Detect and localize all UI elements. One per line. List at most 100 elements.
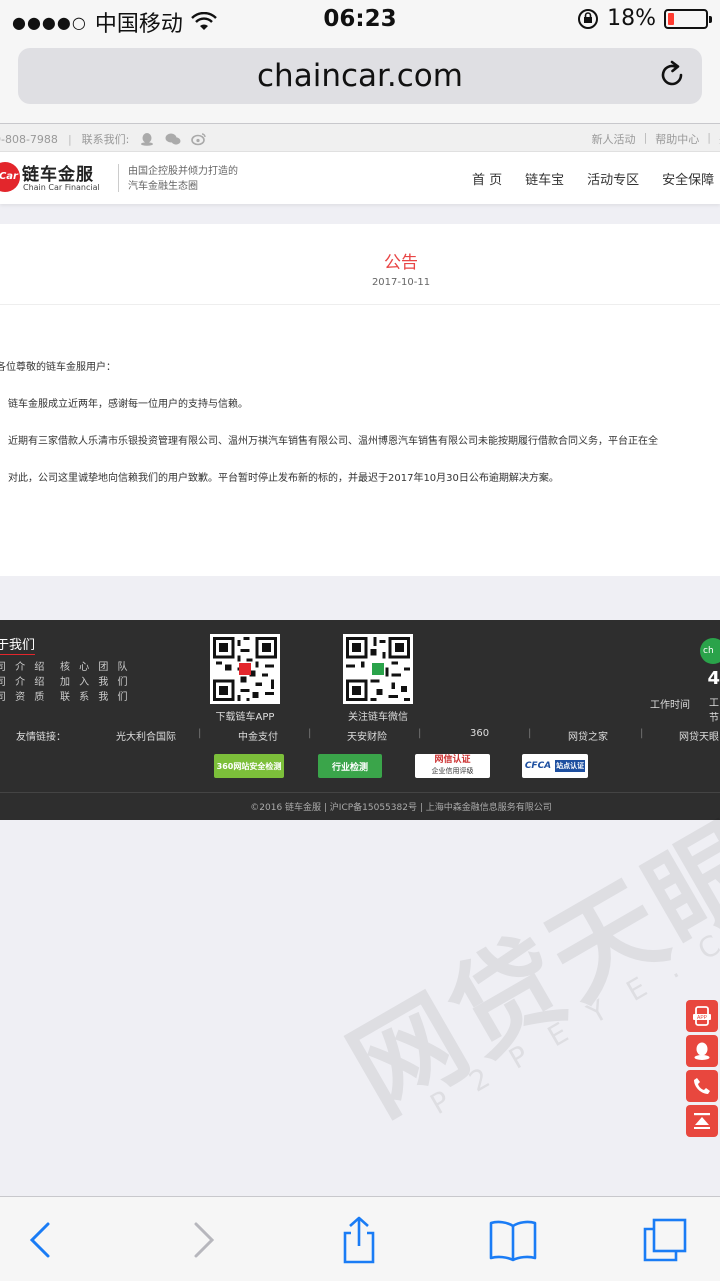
badge-industry-text: 行业检测 — [331, 762, 368, 773]
friend-link-p2peye[interactable]: 网贷天眼 — [679, 728, 719, 743]
work-time-side: 工 节 — [709, 696, 719, 726]
url-text: chaincar.com — [257, 58, 463, 94]
qr-code-wechat — [343, 634, 413, 704]
weibo-icon[interactable] — [191, 132, 207, 146]
qq-icon[interactable] — [139, 132, 155, 146]
top-links: 新人活动 | 帮助中心 | 关 — [592, 131, 720, 147]
battery-icon — [664, 8, 712, 29]
footer-link-qualification[interactable]: 司 资 质 — [0, 690, 47, 705]
service-logo: ch — [700, 638, 720, 664]
chevron-left-icon — [29, 1222, 50, 1258]
qr-app-icon — [213, 637, 277, 701]
forward-button[interactable] — [178, 1215, 228, 1265]
side-top-button[interactable] — [686, 1105, 718, 1137]
footer-link-intro-2[interactable]: 司 介 绍 — [0, 675, 47, 690]
tagline-line-1: 由国企控股并倾力打造的 — [128, 166, 238, 177]
top-link-help[interactable]: 帮助中心 — [655, 131, 699, 147]
chevron-right-icon — [194, 1222, 215, 1258]
copyright-divider — [0, 792, 720, 793]
notice-paragraph-3: 对此，公司这里诚挚地向信赖我们的用户致歉。平台暂时停止发布新的标的，并最迟于20… — [8, 473, 559, 484]
footer-link-intro[interactable]: 司 介 绍 — [0, 660, 47, 675]
badge-credit-sub: 企业信用评级 — [431, 767, 474, 775]
badge-credit[interactable]: 网信认证 企业信用评级 — [415, 754, 490, 778]
nav-lianchebao[interactable]: 链车宝 — [525, 169, 564, 188]
logo-badge[interactable]: Car — [0, 162, 20, 192]
nav-home[interactable]: 首 页 — [472, 169, 502, 188]
wechat-icon[interactable] — [165, 132, 181, 146]
tagline: 由国企控股并倾力打造的 汽车金融生态圈 — [128, 164, 238, 194]
tabs-button[interactable] — [640, 1215, 690, 1265]
site-footer: 于我们 司 介 绍 司 介 绍 司 资 质 核 心 团 队 加 入 我 们 联 … — [0, 620, 720, 820]
battery-percent: 18% — [607, 6, 656, 31]
friend-link-tianan[interactable]: 天安财险 — [347, 728, 387, 743]
bookmarks-button[interactable] — [488, 1215, 538, 1265]
back-to-top-icon — [694, 1113, 710, 1129]
notice-date: 2017-10-11 — [371, 277, 431, 288]
tabs-icon — [643, 1218, 687, 1262]
work-time-side-1: 工 — [709, 698, 719, 709]
notice-divider — [0, 304, 720, 305]
badge-cfca-sub: 站点认证 — [555, 760, 586, 772]
badge-industry[interactable]: 行业检测 — [318, 754, 382, 778]
notice-paragraph-2: 近期有三家借款人乐清市乐银投资管理有限公司、温州万祺汽车销售有限公司、温州博恩汽… — [8, 436, 658, 447]
web-page: 0-808-7988 | 联系我们: 新人活动 | 帮助中心 | 关 Car 链… — [0, 124, 720, 1196]
logo-name-cn[interactable]: 链车金服 — [22, 160, 94, 185]
tagline-line-2: 汽车金融生态圈 — [128, 181, 198, 192]
work-time-side-2: 节 — [709, 713, 719, 724]
top-link-newbie[interactable]: 新人活动 — [592, 131, 636, 147]
svg-text:APP: APP — [697, 1015, 708, 1021]
footer-link-join[interactable]: 加 入 我 们 — [60, 675, 131, 690]
nav-activities[interactable]: 活动专区 — [587, 169, 639, 188]
side-qq-button[interactable] — [686, 1035, 718, 1067]
badge-360-text: 360网站安全检测 — [216, 761, 282, 771]
friend-link-360[interactable]: 360 — [470, 728, 489, 739]
hotline-number: 0-808-7988 — [0, 132, 58, 146]
address-bar[interactable]: chaincar.com — [18, 48, 702, 104]
badge-credit-text: 网信认证 — [434, 755, 471, 765]
battery-level — [668, 12, 675, 25]
qr-wechat-label: 关注链车微信 — [348, 712, 408, 723]
contact-label: 联系我们: — [81, 133, 130, 146]
footer-link-contact[interactable]: 联 系 我 们 — [60, 690, 131, 705]
phone-icon — [694, 1078, 710, 1094]
back-button[interactable] — [16, 1215, 66, 1265]
friend-links: 友情链接： 光大利合国际 | 中金支付 | 天安财险 | 360 | 网贷之家 … — [16, 728, 719, 743]
qr-app-label: 下载链车APP — [215, 712, 275, 723]
browser-toolbar — [0, 1196, 720, 1281]
friend-link-zhongjin[interactable]: 中金支付 — [238, 728, 278, 743]
logo-divider — [118, 164, 119, 192]
qr-code-app — [210, 634, 280, 704]
nav-security[interactable]: 安全保障 — [662, 169, 714, 188]
status-bar: ●●●●○ 中国移动 06:23 18% — [0, 0, 720, 40]
side-phone-button[interactable] — [686, 1070, 718, 1102]
footer-col-1: 司 介 绍 司 介 绍 司 资 质 — [0, 660, 47, 705]
side-app-button[interactable]: APP — [686, 1000, 718, 1032]
footer-about-title: 于我们 — [0, 634, 36, 655]
share-button[interactable] — [334, 1215, 384, 1265]
notice-title: 公告 — [384, 253, 418, 273]
notice-card: 公告 2017-10-11 各位尊敬的链车金服用户： 链车金服成立近两年，感谢每… — [0, 224, 720, 576]
app-download-icon: APP — [693, 1006, 711, 1026]
qr-wechat-icon — [346, 637, 410, 701]
footer-col-2: 核 心 团 队 加 入 我 们 联 系 我 们 — [60, 660, 131, 705]
footer-link-team[interactable]: 核 心 团 队 — [60, 660, 131, 675]
badge-cfca[interactable]: CFCA 站点认证 — [522, 754, 588, 778]
notice-greeting: 各位尊敬的链车金服用户： — [0, 362, 116, 373]
floating-side-buttons: APP — [686, 1000, 720, 1140]
reload-icon[interactable] — [656, 59, 688, 91]
badge-360-security[interactable]: 360网站安全检测 — [214, 754, 284, 778]
browser-url-area: chaincar.com — [0, 40, 720, 124]
watermark-en: P2PEYE.COM — [424, 863, 720, 1122]
main-nav: 首 页 链车宝 活动专区 安全保障 — [472, 169, 714, 188]
site-top-strip: 0-808-7988 | 联系我们: 新人活动 | 帮助中心 | 关 — [0, 124, 720, 152]
book-icon — [489, 1220, 537, 1262]
contact-strip: 0-808-7988 | 联系我们: — [0, 131, 207, 147]
badge-cfca-text: CFCA — [524, 761, 552, 771]
qq-penguin-icon — [694, 1042, 710, 1060]
logo-name-en: Chain Car Financial — [23, 183, 100, 192]
site-header: Car 链车金服 Chain Car Financial 由国企控股并倾力打造的… — [0, 152, 720, 204]
friend-link-guangda[interactable]: 光大利合国际 — [116, 728, 176, 743]
hotline-partial: 4 — [707, 668, 720, 689]
share-icon — [343, 1216, 375, 1264]
friend-link-wdzj[interactable]: 网贷之家 — [568, 728, 608, 743]
